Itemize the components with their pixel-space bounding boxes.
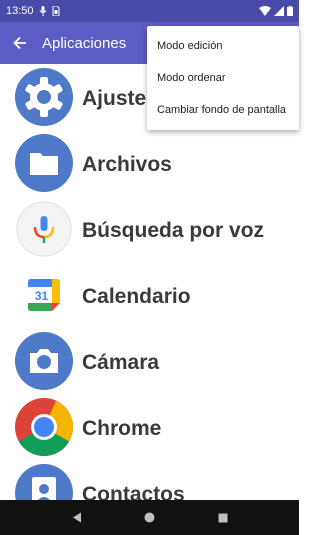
back-button[interactable] [0, 22, 40, 64]
navigation-bar [0, 500, 299, 535]
status-time: 13:50 [6, 5, 34, 17]
voice-search-icon [16, 201, 72, 257]
app-label: Cámara [82, 351, 160, 374]
app-item-contactos[interactable]: Contactos [0, 460, 299, 500]
nav-back-button[interactable] [62, 503, 92, 533]
app-item-chrome[interactable]: Chrome [0, 394, 299, 460]
status-left: 13:50 [6, 5, 60, 17]
app-label: Chrome [82, 417, 162, 440]
recents-square-icon [218, 513, 227, 522]
signal-icon [274, 6, 284, 16]
wifi-icon [259, 6, 271, 16]
menu-item-modo-ordenar[interactable]: Modo ordenar [147, 62, 299, 94]
menu-item-modo-edicion[interactable]: Modo edición [147, 30, 299, 62]
page-title: Aplicaciones [42, 34, 127, 52]
chrome-icon [15, 398, 73, 456]
status-bar: 13:50 [0, 0, 299, 22]
app-item-archivos[interactable]: Archivos [0, 130, 299, 196]
app-label: Archivos [82, 153, 172, 176]
files-icon [15, 134, 73, 192]
overflow-menu: Modo edición Modo ordenar Cambiar fondo … [147, 26, 299, 130]
app-label: Búsqueda por voz [82, 219, 265, 242]
calendar-icon: 31 [28, 279, 60, 311]
nav-home-button[interactable] [135, 503, 165, 533]
app-label: Contactos [82, 483, 185, 500]
calendar-day-number: 31 [35, 289, 49, 303]
contacts-icon [15, 464, 73, 500]
app-item-calendario[interactable]: 31 Calendario [0, 262, 299, 328]
settings-icon [15, 68, 73, 126]
camera-icon [15, 332, 73, 390]
sim-icon [52, 6, 60, 16]
mic-icon [39, 6, 46, 16]
back-triangle-icon [72, 512, 81, 523]
battery-icon [287, 6, 293, 16]
status-right [259, 6, 293, 16]
app-item-busqueda-por-voz[interactable]: Búsqueda por voz [0, 196, 299, 262]
app-label: Calendario [82, 285, 191, 308]
menu-item-cambiar-fondo[interactable]: Cambiar fondo de pantalla [147, 94, 299, 126]
home-circle-icon [144, 512, 155, 523]
nav-recents-button[interactable] [208, 503, 238, 533]
app-item-camara[interactable]: Cámara [0, 328, 299, 394]
arrow-back-icon [13, 36, 26, 50]
